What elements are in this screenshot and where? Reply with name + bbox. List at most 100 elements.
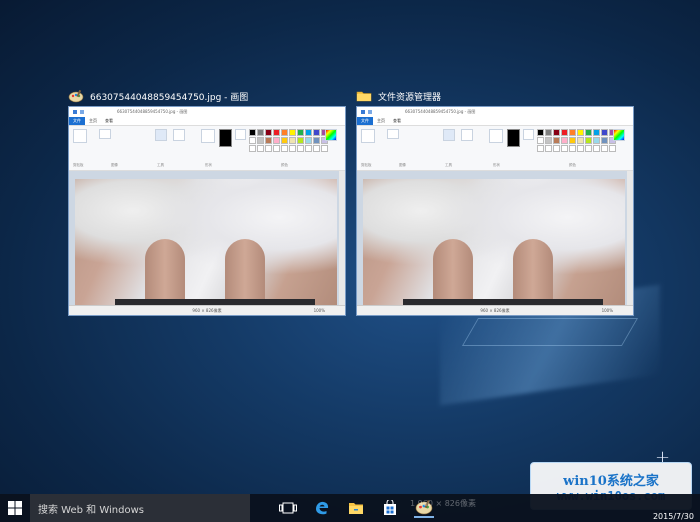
vertical-scrollbar[interactable]	[627, 171, 633, 305]
color-swatch[interactable]	[537, 137, 544, 144]
color-swatch[interactable]	[577, 129, 584, 136]
color-swatch[interactable]	[273, 137, 280, 144]
brush-button[interactable]	[155, 129, 167, 141]
color-swatch[interactable]	[281, 129, 288, 136]
color-swatch[interactable]	[553, 137, 560, 144]
size-button[interactable]	[201, 129, 215, 143]
color-swatch[interactable]	[577, 137, 584, 144]
color-swatch[interactable]	[273, 145, 280, 152]
color-swatch[interactable]	[297, 137, 304, 144]
color-swatch[interactable]	[537, 129, 544, 136]
color-swatch[interactable]	[289, 137, 296, 144]
vertical-scrollbar[interactable]	[339, 171, 345, 305]
select-button[interactable]	[99, 129, 111, 139]
task-view-window-paint[interactable]: 66307544048859454750.jpg - 画图 6630754404…	[68, 88, 346, 316]
shapes-button[interactable]	[461, 129, 473, 141]
color-swatch[interactable]	[593, 145, 600, 152]
color-swatch[interactable]	[313, 129, 320, 136]
color-swatch[interactable]	[585, 145, 592, 152]
tab-file[interactable]: 文件	[69, 117, 85, 125]
color-swatch[interactable]	[281, 137, 288, 144]
search-box[interactable]: 搜索 Web 和 Windows	[30, 494, 250, 522]
paste-button[interactable]	[361, 129, 375, 143]
color1-button[interactable]	[507, 129, 520, 147]
color-swatch[interactable]	[537, 145, 544, 152]
color-swatch[interactable]	[313, 145, 320, 152]
color-swatch[interactable]	[609, 145, 616, 152]
color-swatch[interactable]	[561, 145, 568, 152]
color-swatch[interactable]	[545, 129, 552, 136]
color-swatch[interactable]	[321, 145, 328, 152]
store-icon	[384, 500, 396, 515]
color-swatch[interactable]	[545, 137, 552, 144]
color-swatch[interactable]	[313, 137, 320, 144]
size-button[interactable]	[489, 129, 503, 143]
color-swatch[interactable]	[561, 129, 568, 136]
color-swatch[interactable]	[281, 145, 288, 152]
tab-home[interactable]: 主页	[85, 118, 101, 124]
color-palette[interactable]	[249, 129, 328, 152]
tab-home[interactable]: 主页	[373, 118, 389, 124]
drawing-canvas-area[interactable]	[69, 171, 345, 307]
color-swatch[interactable]	[305, 129, 312, 136]
color-swatch[interactable]	[569, 129, 576, 136]
color-swatch[interactable]	[553, 145, 560, 152]
color-swatch[interactable]	[257, 145, 264, 152]
file-explorer-button[interactable]	[346, 498, 366, 518]
color-swatch[interactable]	[585, 129, 592, 136]
edit-colors-button[interactable]	[325, 129, 337, 141]
color-swatch[interactable]	[601, 129, 608, 136]
task-view-window-explorer[interactable]: 文件资源管理器 66307544048859454750.jpg - 画图 文件…	[356, 88, 634, 316]
color-swatch[interactable]	[569, 137, 576, 144]
color1-button[interactable]	[219, 129, 232, 147]
color-swatch[interactable]	[289, 129, 296, 136]
color-swatch[interactable]	[249, 145, 256, 152]
color-swatch[interactable]	[577, 145, 584, 152]
brush-button[interactable]	[443, 129, 455, 141]
tab-view[interactable]: 查看	[101, 118, 117, 124]
color-swatch[interactable]	[265, 145, 272, 152]
color-swatch[interactable]	[593, 137, 600, 144]
ribbon: 剪贴板 图像 工具 形状 颜色	[69, 125, 345, 171]
task-view-button[interactable]	[278, 498, 298, 518]
color-swatch[interactable]	[257, 137, 264, 144]
drawing-canvas-area[interactable]	[357, 171, 633, 307]
edge-button[interactable]	[312, 498, 332, 518]
window-thumbnail[interactable]: 66307544048859454750.jpg - 画图 文件 主页 查看 剪…	[356, 106, 634, 316]
color-swatch[interactable]	[297, 129, 304, 136]
color-swatch[interactable]	[249, 129, 256, 136]
color2-button[interactable]	[523, 129, 534, 140]
tab-file[interactable]: 文件	[357, 117, 373, 125]
edit-colors-button[interactable]	[613, 129, 625, 141]
color-swatch[interactable]	[601, 145, 608, 152]
color-swatch[interactable]	[553, 129, 560, 136]
tab-view[interactable]: 查看	[389, 118, 405, 124]
shapes-button[interactable]	[173, 129, 185, 141]
image-content	[75, 179, 337, 307]
window-thumbnail[interactable]: 66307544048859454750.jpg - 画图 文件 主页 查看 剪…	[68, 106, 346, 316]
folder-icon	[356, 89, 372, 103]
color-palette[interactable]	[537, 129, 616, 152]
color-swatch[interactable]	[305, 137, 312, 144]
start-button[interactable]	[0, 494, 30, 522]
select-button[interactable]	[387, 129, 399, 139]
color-swatch[interactable]	[297, 145, 304, 152]
color-swatch[interactable]	[265, 137, 272, 144]
tray-date[interactable]: 2015/7/30	[653, 512, 694, 521]
color2-button[interactable]	[235, 129, 246, 140]
color-swatch[interactable]	[289, 145, 296, 152]
color-swatch[interactable]	[265, 129, 272, 136]
paste-button[interactable]	[73, 129, 87, 143]
color-swatch[interactable]	[601, 137, 608, 144]
color-swatch[interactable]	[273, 129, 280, 136]
color-swatch[interactable]	[257, 129, 264, 136]
color-swatch[interactable]	[545, 145, 552, 152]
store-button[interactable]	[380, 498, 400, 518]
inner-window-caption: 66307544048859454750.jpg - 画图	[117, 109, 188, 114]
color-swatch[interactable]	[569, 145, 576, 152]
color-swatch[interactable]	[593, 129, 600, 136]
color-swatch[interactable]	[585, 137, 592, 144]
color-swatch[interactable]	[561, 137, 568, 144]
color-swatch[interactable]	[305, 145, 312, 152]
color-swatch[interactable]	[249, 137, 256, 144]
